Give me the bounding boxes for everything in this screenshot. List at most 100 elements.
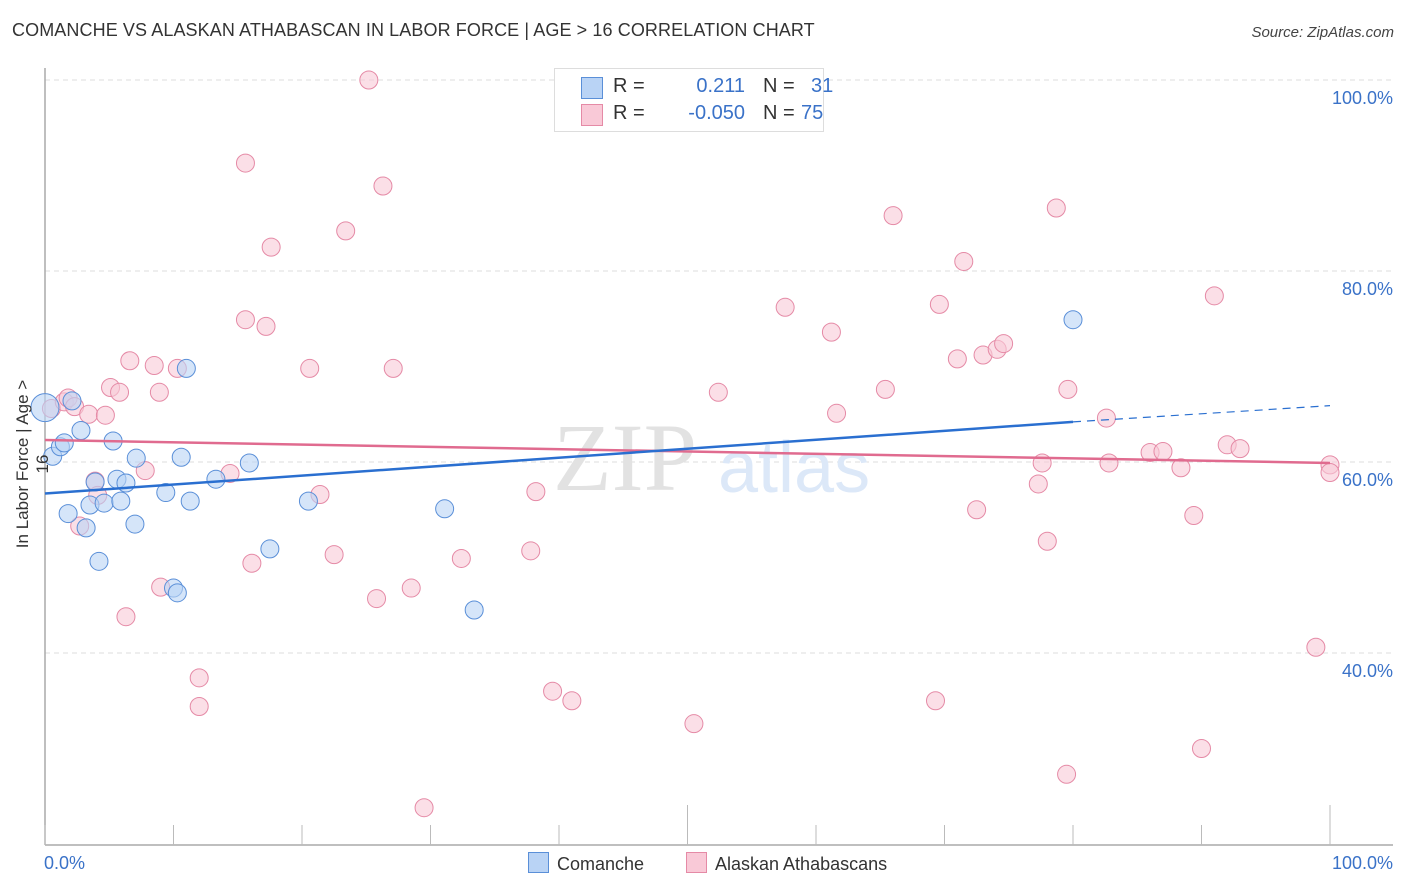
athabascan-point [708,382,728,402]
watermark: ZIP atlas [553,404,870,511]
athabascan-point [383,358,403,378]
comanche-point [180,491,200,511]
y-tick-labels: 100.0% 80.0% 60.0% 40.0% [1332,88,1393,681]
athabascan-point [79,404,99,424]
comanche-point [167,583,187,603]
athabascan-point [1204,286,1224,306]
y-tick-label: 100.0% [1332,88,1393,108]
comanche-point [89,551,109,571]
athabascan-point [967,500,987,520]
athabascan-point [367,589,387,609]
comanche-point [1063,310,1083,330]
y-tick-label: 40.0% [1342,661,1393,681]
athabascan-point [1184,505,1204,525]
watermark-atlas: atlas [718,428,870,508]
athabascan-point [110,382,130,402]
comanche-point [125,514,145,534]
athabascan-point [1096,408,1116,428]
comanche-point [71,420,91,440]
comanche-point [298,491,318,511]
comanche-point [206,469,226,489]
athabascan-point [261,237,281,257]
comanche-point [464,600,484,620]
stats-row-athabascan: R = -0.050 N = 75 [581,102,824,126]
comanche-point [62,391,82,411]
athabascan-point [543,681,563,701]
athabascan-point [256,316,276,336]
athabascan-point [300,358,320,378]
athabascan-point [116,607,136,627]
comanche-point [94,493,114,513]
athabascan-point [883,206,903,226]
athabascan-point [144,356,164,376]
n-value: 75 [801,102,824,124]
y-tick-label: 60.0% [1342,470,1393,490]
athabascan-point [827,403,847,423]
r-label: R = [613,102,645,124]
x-tick-label: 100.0% [1332,853,1393,873]
athabascan-point [1230,439,1250,459]
athabascan-point [526,482,546,502]
comanche-point [171,447,191,467]
athabascan-point [562,691,582,711]
x-tick-label: 0.0% [44,853,85,873]
athabascan-point [336,221,356,241]
comanche-point [126,448,146,468]
r-value: -0.050 [688,102,745,124]
athabascan-swatch [686,852,707,873]
athabascan-point [929,294,949,314]
athabascan-point [235,153,255,173]
athabascan-point [1153,441,1173,461]
athabascan-point [1192,739,1211,758]
athabascan-swatch [581,104,603,126]
legend-item-comanche[interactable]: Comanche [528,852,644,875]
athabascan-point [401,578,421,598]
athabascan-point [189,668,209,688]
comanche-swatch [581,77,603,99]
legend-label: Comanche [557,854,645,874]
r-value: 0.211 [696,75,745,97]
athabascan-point [120,351,140,371]
athabascan-point [947,349,967,369]
comanche-point [54,433,74,453]
r-label: R = [613,75,645,97]
athabascan-point [373,176,393,196]
athabascan-point [414,798,434,818]
athabascan-point [1057,764,1077,784]
legend-label: Alaskan Athabascans [715,854,888,874]
stats-row-comanche: R = 0.211 N = 31 [581,75,833,99]
n-value: 31 [811,75,834,97]
comanche-point [58,504,78,524]
athabascan-point [521,541,541,561]
athabascan-point [821,322,841,342]
athabascan-point [1320,463,1340,483]
comanche-point [260,539,280,559]
athabascan-point [242,553,262,573]
scatter-chart: ZIP atlas 100.0% 80.0% 60.0% 40.0% 0.0% 100.… [30,68,1393,873]
athabascan-point [1099,453,1119,473]
athabascan-point [149,382,169,402]
y-tick-label: 80.0% [1342,279,1393,299]
comanche-point [239,453,259,473]
athabascan-point [324,545,344,565]
athabascan-point [994,334,1014,354]
comanche-swatch [528,852,549,873]
athabascan-point [775,297,795,317]
comanche-point [176,358,196,378]
athabascan-point [1306,637,1326,657]
n-label: N = [763,75,795,97]
legend-item-athabascan[interactable]: Alaskan Athabascans [686,852,887,875]
athabascan-point [235,310,255,330]
athabascan-point [1058,379,1078,399]
athabascan-point [954,251,974,271]
athabascan-point [95,405,115,425]
comanche-point [111,491,131,511]
athabascan-point [1028,474,1048,494]
y-axis-label: In Labor Force | Age > 16 [13,379,52,549]
comanche-point [76,518,96,538]
athabascan-point [1037,531,1057,551]
athabascan-point [684,714,704,734]
athabascan-point [189,696,209,716]
comanche-point [435,499,455,519]
athabascan-point [1046,198,1066,218]
